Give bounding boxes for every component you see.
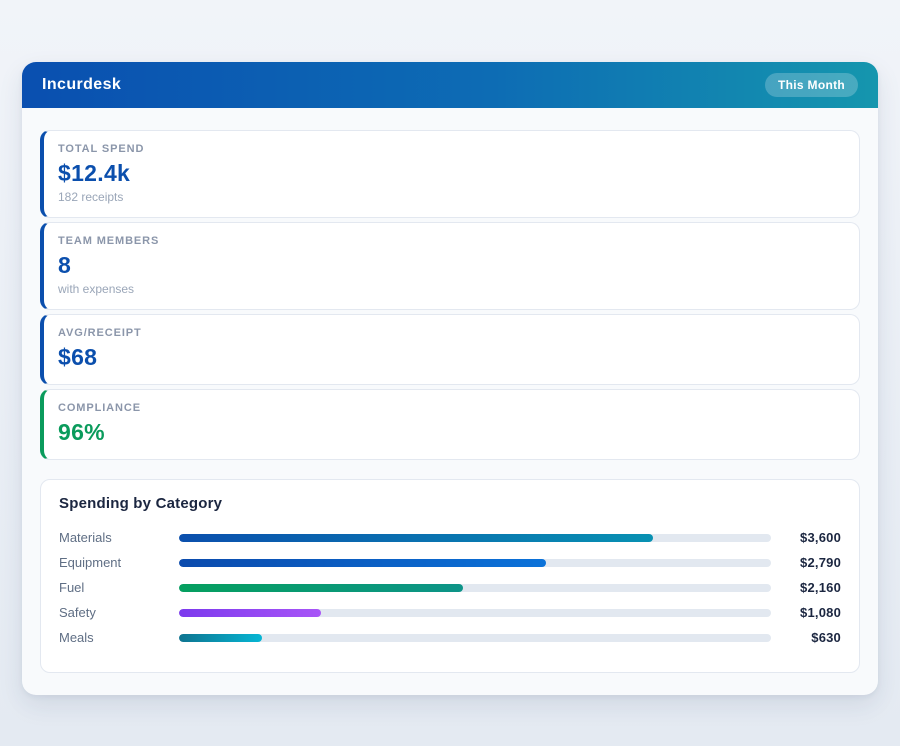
stats-list: TOTAL SPEND $12.4k 182 receipts TEAM MEM…: [40, 130, 860, 460]
stat-subtitle: with expenses: [58, 282, 135, 296]
chart-bar-fill: [179, 558, 547, 567]
chart-category-row: Equipment $2,790: [59, 550, 841, 575]
stat-card: TOTAL SPEND $12.4k 182 receipts: [40, 130, 860, 218]
stat-value: $12.4k: [58, 160, 131, 186]
chart-bar-track: [179, 533, 771, 542]
chart-category-value: $1,080: [800, 605, 841, 620]
chart-category-value: $2,160: [800, 580, 841, 595]
period-badge[interactable]: This Month: [765, 73, 858, 97]
chart-category-row: Fuel $2,160: [59, 575, 841, 600]
stat-value: $68: [58, 344, 98, 370]
chart-bar-fill: [179, 608, 322, 617]
chart-bar-track: [179, 608, 771, 617]
stat-card: COMPLIANCE 96%: [40, 389, 860, 460]
chart-category-row: Materials $3,600: [59, 525, 841, 550]
chart-category-label: Meals: [59, 630, 94, 645]
stat-subtitle: 182 receipts: [58, 190, 124, 204]
stat-card: AVG/RECEIPT $68: [40, 314, 860, 385]
stat-value: 8: [58, 252, 72, 278]
chart-category-value: $2,790: [800, 555, 841, 570]
chart-bar-track: [179, 583, 771, 592]
chart-category-label: Equipment: [59, 555, 122, 570]
chart-category-label: Safety: [59, 605, 96, 620]
stat-card: TEAM MEMBERS 8 with expenses: [40, 222, 860, 310]
stat-label: COMPLIANCE: [58, 402, 141, 414]
chart-bar-fill: [179, 583, 464, 592]
panel-body: TOTAL SPEND $12.4k 182 receipts TEAM MEM…: [22, 108, 878, 695]
stat-label: TOTAL SPEND: [58, 143, 145, 155]
stat-value: 96%: [58, 419, 105, 445]
chart-category-row: Meals $630: [59, 625, 841, 650]
dashboard-panel: Incurdesk This Month TOTAL SPEND $12.4k …: [22, 62, 878, 695]
app-title: Incurdesk: [42, 76, 122, 93]
chart-title: Spending by Category: [59, 495, 223, 512]
stat-label: TEAM MEMBERS: [58, 235, 160, 247]
chart-category-row: Safety $1,080: [59, 600, 841, 625]
chart-bar-fill: [179, 633, 262, 642]
chart-category-value: $3,600: [800, 530, 841, 545]
chart-bar-fill: [179, 533, 653, 542]
chart-bar-track: [179, 633, 771, 642]
chart-category-label: Materials: [59, 530, 112, 545]
chart-rows: Materials $3,600 Equipment $2,790 Fuel $…: [59, 525, 841, 650]
chart-category-value: $630: [811, 630, 841, 645]
panel-header: Incurdesk This Month: [22, 62, 878, 108]
chart-bar-track: [179, 558, 771, 567]
chart-category-label: Fuel: [59, 580, 85, 595]
spending-chart-card: Spending by Category Materials $3,600 Eq…: [40, 479, 860, 673]
stat-label: AVG/RECEIPT: [58, 327, 142, 339]
